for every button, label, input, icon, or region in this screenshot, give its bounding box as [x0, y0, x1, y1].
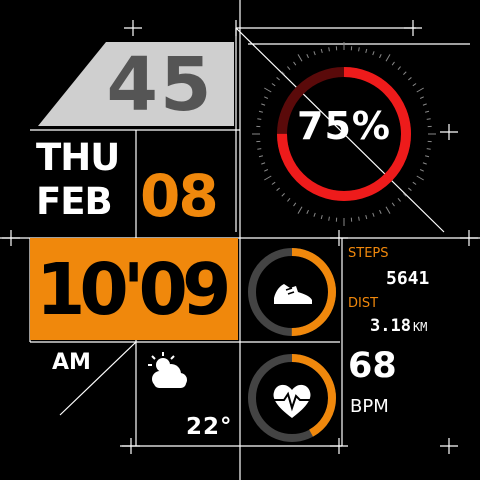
partly-cloudy-icon: [148, 352, 187, 388]
steps-label: STEPS: [348, 246, 389, 261]
activity-ring[interactable]: [246, 246, 338, 338]
battery-percent: 75%: [297, 104, 391, 148]
steps-value: 5641: [386, 268, 430, 289]
heart-ring[interactable]: [246, 352, 338, 444]
date-weekday-month: THU FEB: [36, 136, 128, 232]
month: FEB: [36, 180, 113, 223]
distance-unit: KM: [412, 320, 428, 334]
shoe-icon: [274, 284, 312, 304]
temperature: 22°: [186, 414, 233, 440]
am-pm: AM: [52, 350, 91, 375]
bpm-unit: BPM: [350, 396, 389, 417]
badge: 45: [38, 42, 234, 128]
heart-pulse-icon: [273, 384, 311, 418]
day-of-month: 08: [140, 162, 219, 230]
badge-number: 45: [107, 42, 214, 128]
distance-label: DIST: [348, 296, 379, 311]
distance-value: 3.18 KM: [370, 316, 428, 336]
weekday: THU: [36, 136, 120, 179]
time-display: 10'09: [36, 248, 231, 331]
bpm-value: 68: [348, 346, 397, 386]
